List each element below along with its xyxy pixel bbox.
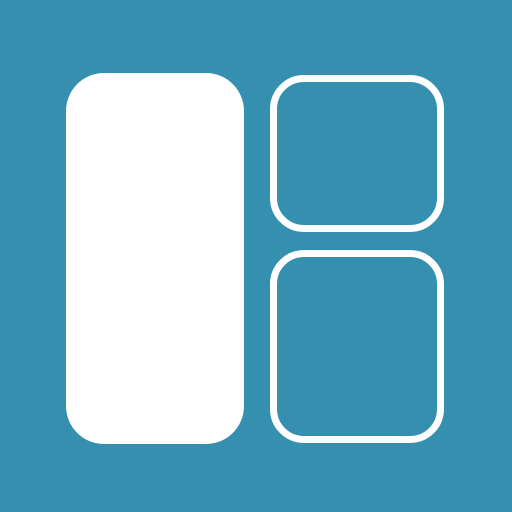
top-right-panel-tile [270,75,444,232]
sidebar-layout-icon [0,0,512,512]
bottom-right-panel-tile [270,250,444,443]
main-panel-tile [66,73,244,444]
